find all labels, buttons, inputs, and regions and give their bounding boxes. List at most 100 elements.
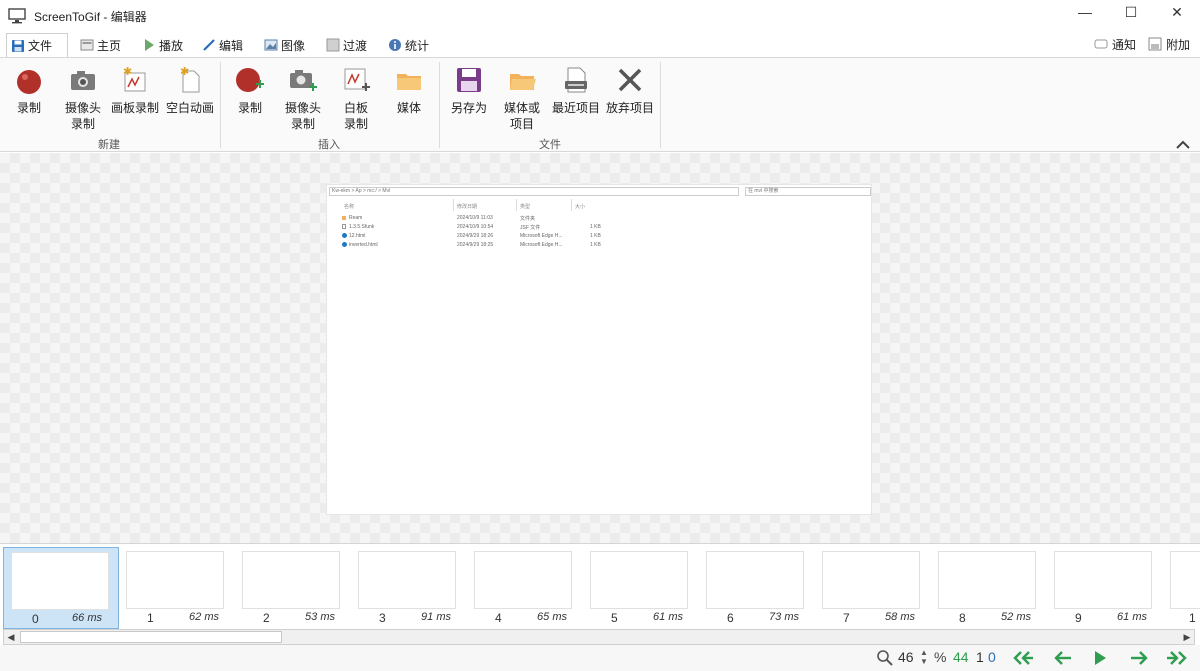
app-icon: [8, 8, 26, 24]
preview-row-name: inverted.html: [349, 242, 378, 248]
preview-column-divider: [571, 199, 572, 211]
frame-delay: 53 ms: [305, 611, 335, 623]
new-recording-button[interactable]: 录制: [1, 64, 57, 116]
frame-thumbnail[interactable]: 3 91 ms: [351, 547, 467, 629]
play-icon: [1095, 651, 1106, 665]
zoom-stepper[interactable]: ▲ ▼: [920, 648, 928, 666]
discard-project-button[interactable]: 放弃项目: [602, 64, 658, 116]
record-icon: [17, 70, 41, 94]
frame-count: 44: [953, 649, 969, 665]
attach-icon: [1148, 37, 1162, 51]
first-frame-button[interactable]: [1011, 648, 1035, 668]
new-blank-animation-button[interactable]: ✱ 空白动画: [162, 64, 218, 116]
frame-thumbnail[interactable]: 9 61 ms: [1047, 547, 1163, 629]
status-bar: 46 ▲ ▼ % 44 1 0: [0, 645, 1200, 671]
frame-thumbnail[interactable]: 6 73 ms: [699, 547, 815, 629]
insert-webcam-recording-button[interactable]: 摄像头 录制: [275, 64, 331, 132]
svg-text:✱: ✱: [180, 66, 189, 78]
last-frame-button[interactable]: [1165, 648, 1189, 668]
tab-label: 过渡: [343, 38, 368, 53]
frame-thumbnail[interactable]: 0 66 ms: [3, 547, 119, 629]
close-button[interactable]: ✕: [1154, 0, 1200, 24]
play-button[interactable]: [1088, 648, 1112, 668]
insert-media-button[interactable]: 媒体: [381, 64, 437, 116]
image-icon: [264, 39, 278, 51]
home-icon: [80, 39, 94, 51]
scroll-right-icon[interactable]: ▶: [1180, 630, 1194, 644]
minimize-button[interactable]: —: [1062, 0, 1108, 24]
scrollbar-thumb[interactable]: [20, 631, 282, 643]
group-label-insert: 插入: [318, 139, 340, 151]
maximize-button[interactable]: ☐: [1108, 0, 1154, 24]
next-frame-button[interactable]: [1127, 648, 1151, 668]
frame-thumbnail[interactable]: 1 62 ms: [119, 547, 235, 629]
preview-row-date: 2024/9/29 18:25: [457, 242, 494, 248]
preview-header-date: 修改日期: [457, 204, 478, 210]
save-as-button[interactable]: 另存为: [441, 64, 497, 116]
attach-button[interactable]: 附加: [1148, 34, 1190, 54]
button-label: 另存为: [450, 101, 487, 115]
new-board-recording-button[interactable]: ✱ 画板录制: [107, 64, 163, 116]
tab-playback[interactable]: 播放: [138, 34, 187, 56]
collapse-ribbon-icon[interactable]: [1176, 136, 1190, 152]
window-controls: — ☐ ✕: [1062, 0, 1200, 24]
folder-icon: [397, 74, 421, 90]
tab-statistics[interactable]: 统计: [384, 34, 433, 56]
frame-thumbnail[interactable]: 2 53 ms: [235, 547, 351, 629]
tab-edit[interactable]: 编辑: [198, 34, 247, 56]
frame-image: [1170, 551, 1200, 609]
button-label: 摄像头 录制: [284, 101, 321, 131]
preview-row-name: 1.3.5.Sfunk: [349, 224, 375, 230]
tab-transition[interactable]: 过渡: [322, 34, 371, 56]
frame-thumbnail[interactable]: 7 58 ms: [815, 547, 931, 629]
tab-home[interactable]: 主页: [76, 34, 125, 56]
preview-row-type: Microsoft Edge H...: [520, 233, 563, 239]
frame-index: 6: [727, 611, 734, 625]
frame-delay: 73 ms: [769, 611, 799, 623]
zoom-value[interactable]: 46: [898, 649, 914, 665]
insert-board-recording-button[interactable]: 白板 录制: [328, 64, 384, 132]
preview-row-name: Ream: [349, 215, 363, 221]
double-right-arrow-icon: [1167, 651, 1187, 665]
frame-thumbnail[interactable]: 8 52 ms: [931, 547, 1047, 629]
tab-image[interactable]: 图像: [260, 34, 309, 56]
preview-address-bar: Kw-ekm > Ap > mc:/ > Mvl: [329, 187, 739, 196]
frame-thumbnail[interactable]: 1: [1163, 547, 1200, 629]
frame-thumbnail[interactable]: 4 65 ms: [467, 547, 583, 629]
transition-icon: [326, 38, 340, 52]
preview-row-type: JSF 文件: [520, 225, 541, 231]
button-label: 最近项目: [551, 101, 600, 115]
preview-search-box: 在 mvl 中搜索: [745, 187, 871, 196]
button-label: 录制: [16, 101, 41, 115]
new-webcam-recording-button[interactable]: 摄像头 录制: [55, 64, 111, 132]
group-separator: [660, 62, 661, 148]
load-media-or-project-button[interactable]: 媒体或 项目: [494, 64, 550, 132]
insert-recording-button[interactable]: 录制: [222, 64, 278, 116]
preview-row-size: 1 KB: [590, 233, 601, 239]
frame-delay: 61 ms: [1117, 611, 1147, 623]
scroll-left-icon[interactable]: ◀: [4, 630, 18, 644]
frame-index: 3: [379, 611, 386, 625]
frame-index: 4: [495, 611, 502, 625]
frame-delay: 65 ms: [537, 611, 567, 623]
zoom-icon: [877, 650, 893, 666]
tab-file[interactable]: 文件: [6, 33, 68, 57]
board-add-icon: [344, 68, 370, 91]
recent-projects-button[interactable]: 最近项目: [548, 64, 604, 116]
previous-frame-button[interactable]: [1051, 648, 1075, 668]
timeline-scrollbar[interactable]: ◀ ▶: [3, 629, 1195, 645]
button-label: 白板 录制: [343, 101, 368, 131]
frame-image: [590, 551, 688, 609]
close-x-icon: [618, 68, 642, 92]
frame-index: 9: [1075, 611, 1082, 625]
button-label: 空白动画: [165, 101, 214, 115]
notifications-button[interactable]: 通知: [1094, 34, 1136, 54]
frame-thumbnail[interactable]: 5 61 ms: [583, 547, 699, 629]
preview-row-date: 2024/10/9 10:54: [457, 224, 494, 230]
preview-header-type: 类型: [520, 204, 531, 210]
camera-add-icon: [290, 70, 317, 91]
button-label: 录制: [237, 101, 262, 115]
button-label: 画板录制: [110, 101, 159, 115]
group-label-new: 新建: [98, 139, 120, 151]
blank-page-icon: ✱: [180, 66, 200, 93]
